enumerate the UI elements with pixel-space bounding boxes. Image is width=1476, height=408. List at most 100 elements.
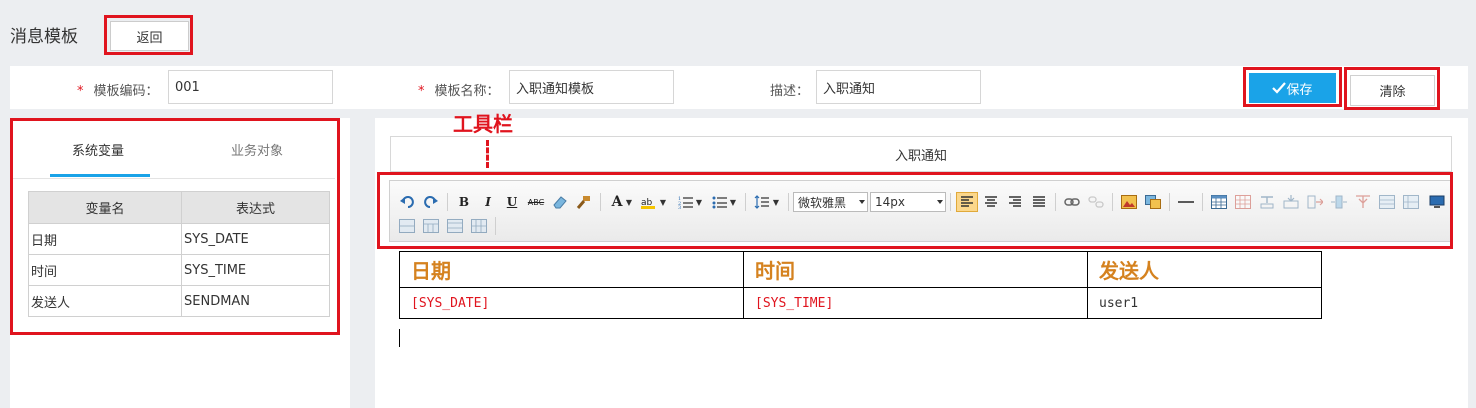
align-right-icon[interactable] [1006,193,1024,211]
template-code-input[interactable]: 001 [168,70,333,104]
align-justify-icon[interactable] [1030,193,1048,211]
editor-content-table[interactable]: 日期 时间 发送人 [SYS_DATE] [SYS_TIME] user1 [399,251,1322,319]
insert-row-icon[interactable] [1282,193,1300,211]
merge-right-icon[interactable] [1378,193,1396,211]
variable-name-cell: 发送人 [28,285,182,317]
description-label: 描述： [770,84,810,99]
font-size-select[interactable]: 14px [870,192,946,212]
table-header-row: 变量名 表达式 [28,191,330,224]
tab-divider [10,178,335,179]
template-code-label: * 模板编码： [77,80,159,99]
table-row[interactable]: 发送人 SENDMAN [28,285,330,317]
image-icon[interactable] [1120,193,1138,211]
underline-icon[interactable]: U [503,193,521,211]
link-icon[interactable] [1063,193,1081,211]
horizontal-rule-icon[interactable] [1177,193,1195,211]
template-name-label-text: 模板名称： [434,84,500,99]
variable-name-cell: 日期 [28,223,182,255]
delete-column-icon[interactable] [1330,193,1348,211]
active-tab-indicator [50,174,150,177]
preview-icon[interactable] [1428,193,1446,211]
table-row[interactable]: 时间 SYS_TIME [28,254,330,286]
template-name-label: * 模板名称： [418,80,500,99]
ordered-list-icon[interactable]: 123 [677,193,695,211]
toolbar-separator [950,193,951,211]
delete-table-icon[interactable] [1234,193,1252,211]
font-size-value: 14px [875,195,905,209]
back-button[interactable]: 返回 [110,21,189,51]
toolbar-separator [1112,193,1113,211]
check-icon [1272,82,1287,94]
chevron-down-icon[interactable]: ▼ [771,193,781,211]
column-header-expression: 表达式 [181,191,330,224]
text-caret [399,329,400,347]
unlink-icon[interactable] [1087,193,1105,211]
chevron-down-icon[interactable]: ▼ [658,193,668,211]
save-button[interactable]: 保存 [1249,73,1336,103]
table-row[interactable]: 日期 时间 发送人 [399,251,1322,288]
split-rows-icon[interactable] [422,217,440,235]
chevron-down-icon[interactable]: ▼ [728,193,738,211]
font-family-select[interactable]: 微软雅黑 [793,192,868,212]
toolbar-separator [600,193,601,211]
redo-icon[interactable] [422,193,440,211]
highlight-color-icon[interactable]: ab [640,193,658,211]
table-row[interactable]: [SYS_DATE] [SYS_TIME] user1 [399,287,1322,319]
content-header-cell[interactable]: 日期 [399,251,744,288]
expression-cell: SYS_TIME [181,254,330,286]
insert-table-icon[interactable] [1210,193,1228,211]
column-header-variable-name: 变量名 [28,191,182,224]
template-name-input[interactable]: 入职通知模板 [509,70,674,104]
content-header-cell[interactable]: 发送人 [1087,251,1322,288]
format-painter-icon[interactable] [575,193,593,211]
variables-table: 变量名 表达式 日期 SYS_DATE 时间 SYS_TIME 发送人 SENDMAN [28,191,330,317]
tab-system-variables[interactable]: 系统变量 [72,140,124,159]
chevron-down-icon [859,200,865,204]
variable-name-cell: 时间 [28,254,182,286]
merge-cells-icon[interactable] [1354,193,1372,211]
eraser-icon[interactable] [551,193,569,211]
expression-cell: SYS_DATE [181,223,330,255]
required-mark: * [418,84,425,99]
subject-field[interactable]: 入职通知 [390,136,1452,172]
merge-down-icon[interactable] [1402,193,1420,211]
font-family-value: 微软雅黑 [798,195,847,210]
align-left-icon[interactable] [956,192,978,212]
toolbar-separator [745,193,746,211]
italic-icon[interactable]: I [479,193,497,211]
multi-image-icon[interactable] [1144,193,1162,211]
split-columns-icon[interactable] [446,217,464,235]
strikethrough-icon[interactable]: ABC [527,193,545,211]
tab-business-objects[interactable]: 业务对象 [231,140,283,159]
annotation-mark [486,140,490,168]
svg-text:3: 3 [678,205,681,209]
description-input[interactable]: 入职通知 [816,70,981,104]
toolbar-separator [447,193,448,211]
content-value-cell[interactable]: user1 [1087,287,1322,319]
split-cells-icon[interactable] [398,217,416,235]
content-header-cell[interactable]: 时间 [743,251,1088,288]
content-value-cell[interactable]: [SYS_DATE] [399,287,744,319]
table-properties-icon[interactable] [470,217,488,235]
toolbar-annotation-label: 工具栏 [453,112,513,136]
undo-icon[interactable] [398,193,416,211]
content-value-cell[interactable]: [SYS_TIME] [743,287,1088,319]
chevron-down-icon[interactable]: ▼ [694,193,704,211]
page-title: 消息模板 [10,27,78,47]
clear-button[interactable]: 清除 [1350,75,1435,106]
expression-cell: SENDMAN [181,285,330,317]
save-button-label: 保存 [1286,82,1313,98]
toolbar-separator [788,193,789,211]
toolbar-separator [1055,193,1056,211]
toolbar-separator [1202,193,1203,211]
table-caption-icon[interactable] [1258,193,1276,211]
insert-column-icon[interactable] [1306,193,1324,211]
bold-icon[interactable]: B [455,193,473,211]
line-height-icon[interactable] [753,193,771,211]
required-mark: * [77,84,84,99]
align-center-icon[interactable] [982,193,1000,211]
template-code-label-text: 模板编码： [93,84,159,99]
chevron-down-icon[interactable]: ▼ [624,193,634,211]
unordered-list-icon[interactable] [711,193,729,211]
table-row[interactable]: 日期 SYS_DATE [28,223,330,255]
